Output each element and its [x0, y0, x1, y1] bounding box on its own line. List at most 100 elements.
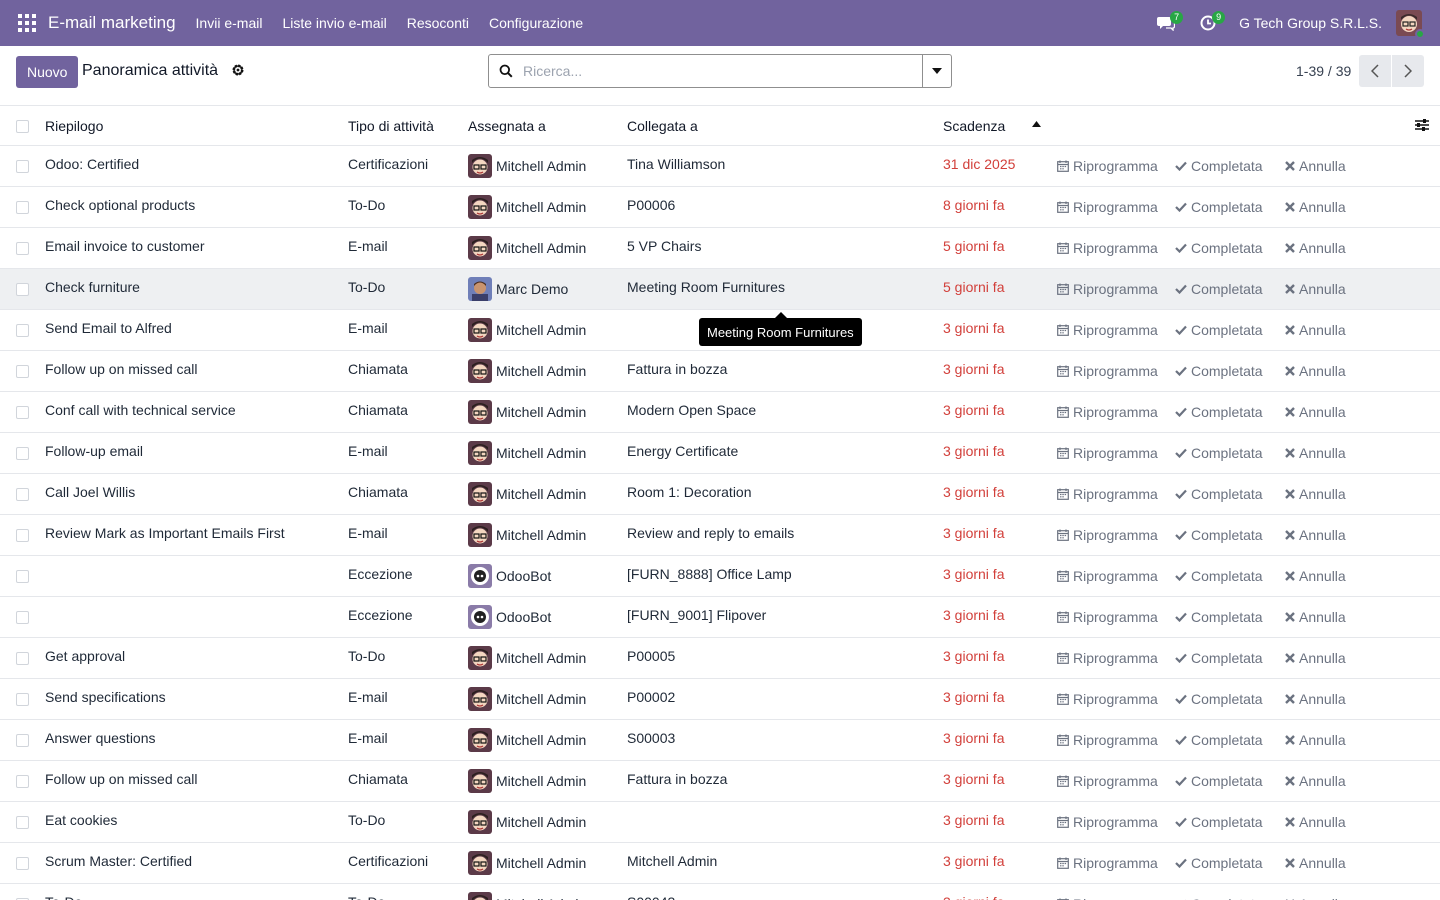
optional-columns-icon[interactable] — [1414, 118, 1430, 132]
user-avatar[interactable] — [1396, 10, 1425, 39]
reschedule-button[interactable]: Riprogramma — [1057, 187, 1161, 227]
row-checkbox[interactable] — [16, 720, 30, 760]
cell-linked-record[interactable]: S00043 — [627, 882, 937, 900]
app-name[interactable]: E-mail marketing — [48, 13, 176, 33]
reschedule-button[interactable]: Riprogramma — [1057, 556, 1161, 596]
menu-item-invii-email[interactable]: Invii e-mail — [186, 15, 273, 31]
cell-linked-record[interactable]: P00006 — [627, 185, 937, 225]
row-checkbox[interactable] — [16, 802, 30, 842]
cell-assigned[interactable]: Mitchell Admin — [468, 761, 623, 801]
cancel-activity-button[interactable]: Annulla — [1285, 351, 1365, 391]
mark-done-button[interactable]: Completata — [1175, 269, 1275, 309]
cell-assigned[interactable]: Mitchell Admin — [468, 228, 623, 268]
row-checkbox[interactable] — [16, 843, 30, 883]
company-switcher[interactable]: G Tech Group S.R.L.S. — [1239, 15, 1382, 31]
cell-assigned[interactable]: Mitchell Admin — [468, 187, 623, 227]
cancel-activity-button[interactable]: Annulla — [1285, 310, 1365, 350]
row-checkbox[interactable] — [16, 597, 30, 637]
reschedule-button[interactable]: Riprogramma — [1057, 351, 1161, 391]
row-checkbox[interactable] — [16, 228, 30, 268]
mark-done-button[interactable]: Completata — [1175, 474, 1275, 514]
mark-done-button[interactable]: Completata — [1175, 515, 1275, 555]
cell-assigned[interactable]: Mitchell Admin — [468, 638, 623, 678]
cell-linked-record[interactable] — [627, 800, 937, 840]
row-checkbox[interactable] — [16, 433, 30, 473]
cell-assigned[interactable]: Mitchell Admin — [468, 392, 623, 432]
cell-linked-record[interactable]: P00002 — [627, 677, 937, 717]
reschedule-button[interactable]: Riprogramma — [1057, 146, 1161, 186]
reschedule-button[interactable]: Riprogramma — [1057, 720, 1161, 760]
row-checkbox[interactable] — [16, 638, 30, 678]
column-header-summary[interactable]: Riepilogo — [45, 106, 340, 146]
row-checkbox[interactable] — [16, 556, 30, 596]
select-all-checkbox[interactable] — [16, 106, 30, 146]
cancel-activity-button[interactable]: Annulla — [1285, 515, 1365, 555]
cell-assigned[interactable]: Mitchell Admin — [468, 843, 623, 883]
mark-done-button[interactable]: Completata — [1175, 597, 1275, 637]
table-row[interactable]: Eat cookies To-Do Mitchell Admin 3 giorni f… — [0, 802, 1440, 843]
menu-item-resoconti[interactable]: Resoconti — [397, 15, 479, 31]
cancel-activity-button[interactable]: Annulla — [1285, 802, 1365, 842]
cell-assigned[interactable]: Marc Demo — [468, 269, 623, 309]
mark-done-button[interactable]: Completata — [1175, 146, 1275, 186]
cell-assigned[interactable]: OdooBot — [468, 597, 623, 637]
cell-linked-record[interactable]: Tina Williamson — [627, 144, 937, 184]
table-row[interactable]: Odoo: Certified Certificazioni Mitchell Ad… — [0, 146, 1440, 187]
pager-previous-button[interactable] — [1359, 55, 1391, 87]
row-checkbox[interactable] — [16, 884, 30, 900]
mark-done-button[interactable]: Completata — [1175, 310, 1275, 350]
reschedule-button[interactable]: Riprogramma — [1057, 638, 1161, 678]
reschedule-button[interactable]: Riprogramma — [1057, 269, 1161, 309]
table-row[interactable]: Email invoice to customer E-mail Mitchell … — [0, 228, 1440, 269]
row-checkbox[interactable] — [16, 474, 30, 514]
cell-linked-record[interactable]: Energy Certificate — [627, 431, 937, 471]
search-input[interactable] — [523, 56, 922, 86]
table-row[interactable]: Get approval To-Do Mitchell Admin P00005 3 g… — [0, 638, 1440, 679]
row-checkbox[interactable] — [16, 310, 30, 350]
cell-linked-record[interactable]: [FURN_8888] Office Lamp — [627, 554, 937, 594]
cancel-activity-button[interactable]: Annulla — [1285, 146, 1365, 186]
cell-linked-record[interactable]: Fattura in bozza — [627, 349, 937, 389]
cell-assigned[interactable]: Mitchell Admin — [468, 146, 623, 186]
reschedule-button[interactable]: Riprogramma — [1057, 761, 1161, 801]
pager-value[interactable]: 1-39 / 39 — [1296, 63, 1351, 79]
cancel-activity-button[interactable]: Annulla — [1285, 392, 1365, 432]
reschedule-button[interactable]: Riprogramma — [1057, 884, 1161, 900]
activities-button[interactable]: 9 — [1193, 8, 1226, 38]
messages-button[interactable]: 7 — [1151, 8, 1184, 38]
cancel-activity-button[interactable]: Annulla — [1285, 720, 1365, 760]
mark-done-button[interactable]: Completata — [1175, 720, 1275, 760]
mark-done-button[interactable]: Completata — [1175, 433, 1275, 473]
row-checkbox[interactable] — [16, 392, 30, 432]
table-row[interactable]: Scrum Master: Certified Certificazioni Mit… — [0, 843, 1440, 884]
table-row[interactable]: Answer questions E-mail Mitchell Admin S000… — [0, 720, 1440, 761]
cell-linked-record[interactable]: 5 VP Chairs — [627, 226, 937, 266]
reschedule-button[interactable]: Riprogramma — [1057, 843, 1161, 883]
row-checkbox[interactable] — [16, 187, 30, 227]
cell-assigned[interactable]: Mitchell Admin — [468, 515, 623, 555]
cancel-activity-button[interactable]: Annulla — [1285, 843, 1365, 883]
column-header-type[interactable]: Tipo di attività — [348, 106, 463, 146]
row-checkbox[interactable] — [16, 761, 30, 801]
cell-linked-record[interactable]: P00005 — [627, 636, 937, 676]
reschedule-button[interactable]: Riprogramma — [1057, 310, 1161, 350]
cancel-activity-button[interactable]: Annulla — [1285, 474, 1365, 514]
table-row[interactable]: Follow-up email E-mail Mitchell Admin Energ… — [0, 433, 1440, 474]
mark-done-button[interactable]: Completata — [1175, 679, 1275, 719]
menu-item-configurazione[interactable]: Configurazione — [479, 15, 593, 31]
row-checkbox[interactable] — [16, 515, 30, 555]
reschedule-button[interactable]: Riprogramma — [1057, 392, 1161, 432]
table-row[interactable]: Review Mark as Important Emails First E-m… — [0, 515, 1440, 556]
new-button[interactable]: Nuovo — [16, 56, 79, 88]
mark-done-button[interactable]: Completata — [1175, 187, 1275, 227]
cell-assigned[interactable]: Mitchell Admin — [468, 679, 623, 719]
mark-done-button[interactable]: Completata — [1175, 392, 1275, 432]
cell-linked-record[interactable]: Meeting Room Furnitures — [627, 267, 937, 307]
cancel-activity-button[interactable]: Annulla — [1285, 228, 1365, 268]
cell-assigned[interactable]: Mitchell Admin — [468, 433, 623, 473]
cancel-activity-button[interactable]: Annulla — [1285, 884, 1365, 900]
reschedule-button[interactable]: Riprogramma — [1057, 679, 1161, 719]
reschedule-button[interactable]: Riprogramma — [1057, 597, 1161, 637]
cancel-activity-button[interactable]: Annulla — [1285, 761, 1365, 801]
cell-linked-record[interactable]: [FURN_9001] Flipover — [627, 595, 937, 635]
